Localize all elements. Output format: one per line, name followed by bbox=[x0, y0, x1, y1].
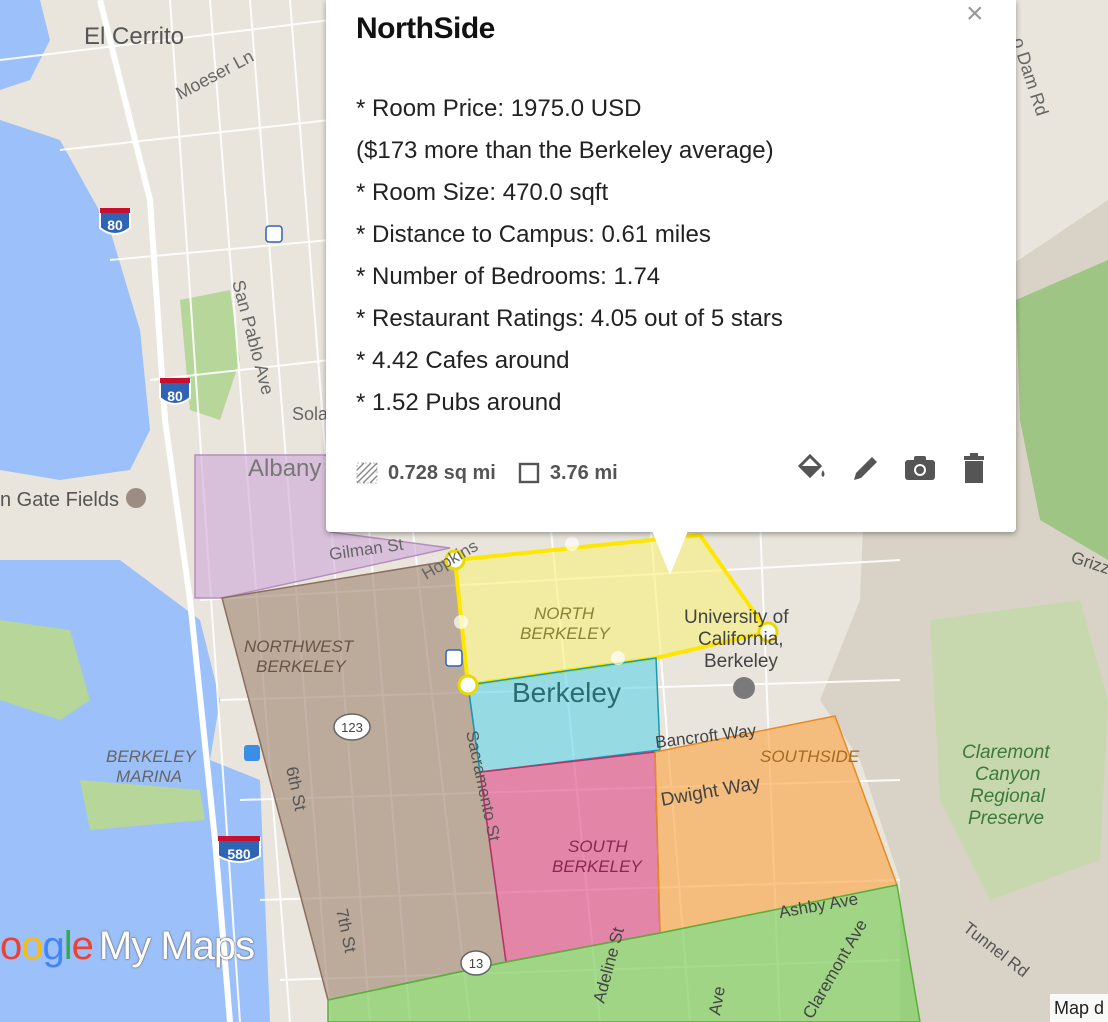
label-university-1: University of bbox=[684, 607, 789, 628]
popup-pointer bbox=[652, 531, 688, 575]
label-north-berkeley-1: NORTH bbox=[534, 604, 595, 623]
label-north-berkeley-2: BERKELEY bbox=[520, 624, 611, 643]
bus-station-icon bbox=[244, 745, 260, 761]
paint-bucket-icon[interactable] bbox=[794, 450, 830, 486]
area-hatch-icon bbox=[356, 462, 378, 484]
popup-line-restaurants: * Restaurant Ratings: 4.05 out of 5 star… bbox=[356, 305, 783, 332]
label-el-cerrito: El Cerrito bbox=[84, 23, 184, 50]
label-university-2: California, bbox=[698, 629, 784, 650]
label-south-berkeley-2: BERKELEY bbox=[552, 857, 643, 876]
label-marina-2: MARINA bbox=[116, 767, 182, 786]
label-northwest-1: NORTHWEST bbox=[244, 637, 355, 656]
label-claremont-3: Regional bbox=[970, 786, 1046, 807]
perimeter-icon bbox=[518, 462, 540, 484]
trash-icon[interactable] bbox=[956, 450, 992, 486]
google-my-maps-logo: oogle My Maps bbox=[0, 924, 255, 968]
popup-description: * Room Price: 1975.0 USD ($173 more than… bbox=[356, 88, 783, 424]
label-sola: Sola bbox=[292, 404, 329, 424]
label-northwest-2: BERKELEY bbox=[256, 657, 347, 676]
svg-text:80: 80 bbox=[107, 217, 123, 233]
info-popup: NorthSide × * Room Price: 1975.0 USD ($1… bbox=[326, 0, 1016, 532]
route-123-shield: 123 bbox=[333, 713, 371, 741]
label-marina-1: BERKELEY bbox=[106, 747, 197, 766]
popup-measurements: 0.728 sq mi 3.76 mi bbox=[356, 456, 618, 490]
svg-text:80: 80 bbox=[167, 388, 183, 404]
popup-line-pubs: * 1.52 Pubs around bbox=[356, 389, 562, 416]
label-south-berkeley-1: SOUTH bbox=[568, 837, 628, 856]
label-albany: Albany bbox=[248, 455, 321, 482]
pencil-icon[interactable] bbox=[848, 450, 884, 486]
close-icon[interactable]: × bbox=[966, 0, 984, 29]
svg-text:123: 123 bbox=[341, 720, 363, 735]
label-claremont-4: Preserve bbox=[968, 808, 1044, 829]
svg-text:580: 580 bbox=[227, 846, 251, 862]
popup-line-room-size: * Room Size: 470.0 sqft bbox=[356, 179, 609, 206]
label-claremont-2: Canyon bbox=[975, 764, 1041, 785]
area-value: 0.728 sq mi bbox=[388, 461, 496, 484]
university-icon bbox=[733, 677, 755, 699]
svg-text:13: 13 bbox=[469, 956, 483, 971]
popup-line-distance: * Distance to Campus: 0.61 miles bbox=[356, 221, 711, 248]
popup-line-bedrooms: * Number of Bedrooms: 1.74 bbox=[356, 263, 661, 290]
camera-icon[interactable] bbox=[902, 450, 938, 486]
map-data-attribution[interactable]: Map d bbox=[1050, 994, 1108, 1022]
popup-line-price-diff: ($173 more than the Berkeley average) bbox=[356, 137, 774, 164]
popup-line-cafes: * 4.42 Cafes around bbox=[356, 347, 570, 374]
perimeter-value: 3.76 mi bbox=[549, 461, 618, 484]
bart-station-icon bbox=[265, 225, 283, 243]
popup-line-room-price: * Room Price: 1975.0 USD bbox=[356, 95, 642, 122]
popup-actions bbox=[776, 450, 992, 486]
bart-station-icon bbox=[445, 649, 463, 667]
label-claremont-1: Claremont bbox=[962, 742, 1050, 763]
landmark-icon bbox=[126, 488, 146, 508]
interstate-80-shield-a: 80 bbox=[99, 208, 131, 235]
route-13-shield: 13 bbox=[460, 950, 492, 976]
popup-title: NorthSide bbox=[356, 12, 495, 45]
label-berkeley: Berkeley bbox=[512, 677, 621, 708]
label-university-3: Berkeley bbox=[704, 651, 778, 672]
label-gate-fields: n Gate Fields bbox=[0, 489, 119, 511]
interstate-580-shield: 580 bbox=[217, 836, 261, 863]
interstate-80-shield-b: 80 bbox=[159, 378, 191, 405]
label-southside: SOUTHSIDE bbox=[760, 747, 860, 766]
